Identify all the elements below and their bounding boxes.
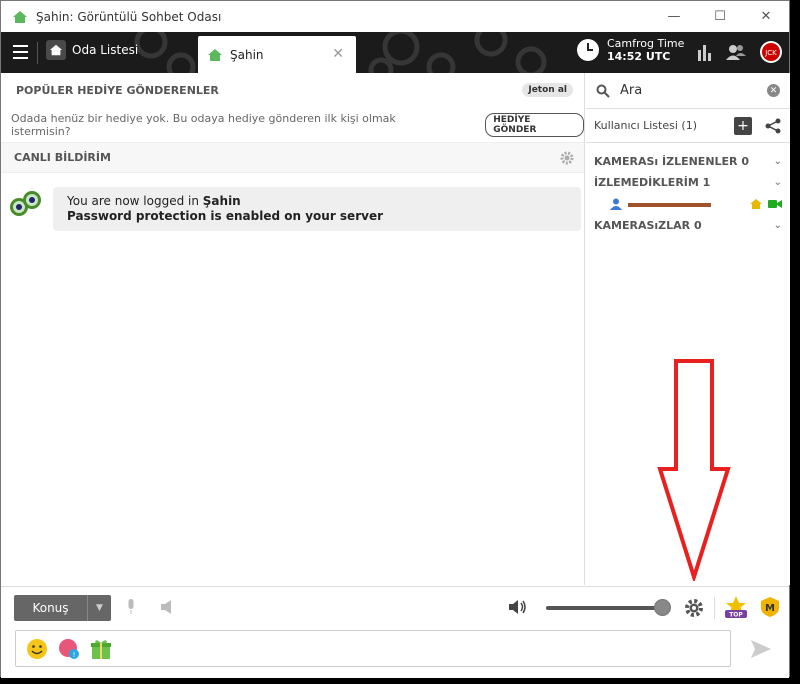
send-icon[interactable] bbox=[750, 639, 772, 659]
live-notification-title: CANLI BİLDİRİM bbox=[14, 151, 111, 164]
gear-icon[interactable] bbox=[684, 598, 704, 618]
tab-label: Şahin bbox=[230, 47, 264, 62]
send-gift-button[interactable]: HEDİYE GÖNDER bbox=[485, 112, 584, 137]
section-label: KAMERASıZLAR 0 bbox=[594, 219, 702, 232]
jeton-button[interactable]: Jeton al bbox=[522, 83, 573, 97]
camfrog-logo-icon bbox=[10, 191, 41, 216]
microphone-icon[interactable] bbox=[127, 599, 135, 615]
user-list-label: Kullanıcı Listesi (1) bbox=[594, 119, 697, 132]
gift-icon[interactable] bbox=[90, 638, 112, 660]
chevron-down-icon[interactable]: ▼ bbox=[87, 595, 111, 621]
room-list-label: Oda Listesi bbox=[72, 43, 139, 57]
volume-slider-handle[interactable] bbox=[654, 599, 671, 616]
tab-room[interactable]: Şahin ✕ bbox=[198, 36, 356, 73]
gifts-empty-row: Odada henüz bir hediye yok. Bu odaya hed… bbox=[1, 107, 584, 143]
search-icon bbox=[596, 84, 610, 98]
sticker-icon[interactable]: ! bbox=[58, 638, 80, 660]
room-list-button[interactable]: Oda Listesi bbox=[46, 40, 138, 60]
section-label: KAMERASı İZLENENLER 0 bbox=[594, 155, 749, 168]
message-line2: Password protection is enabled on your s… bbox=[67, 209, 383, 223]
user-name: ~~~~~~~~~ bbox=[628, 197, 711, 211]
volume-slider[interactable] bbox=[546, 606, 666, 610]
camfrog-time-value: 14:52 UTC bbox=[607, 50, 671, 63]
users-icon[interactable] bbox=[725, 43, 747, 61]
system-message: You are now logged in Şahin Password pro… bbox=[9, 187, 581, 231]
home-icon bbox=[46, 40, 66, 60]
svg-text:!: ! bbox=[73, 651, 76, 659]
home-icon bbox=[13, 10, 27, 23]
share-icon[interactable] bbox=[764, 117, 782, 135]
camfrog-time: Camfrog Time 14:52 UTC bbox=[577, 37, 684, 63]
chevron-down-icon: ⌄ bbox=[773, 177, 782, 188]
close-tab-icon[interactable]: ✕ bbox=[332, 46, 344, 62]
section-label: İZLEMEDİKLERİM 1 bbox=[594, 176, 711, 189]
clock-icon bbox=[577, 39, 599, 61]
message-username: Şahin bbox=[202, 194, 241, 208]
speaker-icon[interactable] bbox=[161, 599, 175, 615]
search-input[interactable]: Ara bbox=[620, 83, 757, 98]
chevron-down-icon: ⌄ bbox=[773, 156, 782, 167]
section-watched-cameras[interactable]: KAMERASı İZLENENLER 0 ⌄ bbox=[586, 151, 790, 172]
svg-text:TOP: TOP bbox=[729, 612, 743, 619]
talk-button[interactable]: Konuş ▼ bbox=[14, 595, 111, 621]
camera-icon bbox=[768, 200, 782, 208]
top-toolbar: Oda Listesi Şahin ✕ Camfrog Time 14:52 U… bbox=[1, 32, 789, 73]
bottom-bar: Konuş ▼ TOP M ! bbox=[1, 586, 789, 678]
volume-icon[interactable] bbox=[509, 598, 529, 616]
message-input[interactable]: ! bbox=[15, 630, 731, 667]
message-bubble: You are now logged in Şahin Password pro… bbox=[53, 187, 581, 231]
title-bar: Şahin: Görüntülü Sohbet Odası — ☐ ✕ bbox=[1, 1, 789, 32]
top-star-icon[interactable]: TOP bbox=[725, 595, 747, 619]
live-notification-header: CANLI BİLDİRİM bbox=[1, 143, 584, 173]
popular-gifters-title: POPÜLER HEDİYE GÖNDERENLER bbox=[16, 83, 219, 97]
window-title: Şahin: Görüntülü Sohbet Odası bbox=[36, 9, 222, 24]
user-list-item[interactable]: ~~~~~~~~~ bbox=[586, 193, 790, 215]
search-bar[interactable]: Ara ✕ bbox=[586, 73, 790, 109]
home-icon bbox=[208, 48, 222, 61]
close-button[interactable]: ✕ bbox=[743, 1, 789, 32]
user-icon bbox=[610, 198, 622, 210]
maximize-button[interactable]: ☐ bbox=[697, 1, 743, 32]
message-line1-prefix: You are now logged in bbox=[67, 194, 203, 208]
talk-button-label: Konuş bbox=[32, 601, 69, 615]
minimize-button[interactable]: — bbox=[651, 1, 697, 32]
avatar[interactable]: JCK bbox=[759, 40, 783, 64]
gifts-empty-text: Odada henüz bir hediye yok. Bu odaya hed… bbox=[11, 111, 396, 138]
membership-badge-icon[interactable]: M bbox=[760, 596, 780, 618]
clear-search-icon[interactable]: ✕ bbox=[767, 84, 780, 97]
menu-button[interactable] bbox=[13, 45, 28, 59]
section-no-camera[interactable]: KAMERASıZLAR 0 ⌄ bbox=[586, 215, 790, 236]
chevron-down-icon: ⌄ bbox=[773, 220, 782, 231]
svg-text:JCK: JCK bbox=[764, 49, 777, 57]
home-icon bbox=[750, 199, 762, 209]
emoji-icon[interactable] bbox=[26, 638, 48, 660]
popular-gifters-header: POPÜLER HEDİYE GÖNDERENLER Jeton al bbox=[1, 73, 584, 107]
user-panel: Ara ✕ Kullanıcı Listesi (1) + KAMERASı İ… bbox=[586, 73, 790, 585]
stats-icon[interactable] bbox=[697, 43, 713, 61]
chat-window: Şahin: Görüntülü Sohbet Odası — ☐ ✕ Oda … bbox=[0, 0, 790, 678]
gear-icon[interactable] bbox=[560, 151, 574, 165]
section-not-watching[interactable]: İZLEMEDİKLERİM 1 ⌄ bbox=[586, 172, 790, 193]
add-user-button[interactable]: + bbox=[734, 116, 752, 135]
chat-panel: POPÜLER HEDİYE GÖNDERENLER Jeton al Odad… bbox=[1, 73, 585, 585]
svg-text:M: M bbox=[765, 603, 775, 614]
camfrog-time-label: Camfrog Time bbox=[607, 37, 685, 50]
user-list-header: Kullanıcı Listesi (1) + bbox=[586, 109, 790, 143]
